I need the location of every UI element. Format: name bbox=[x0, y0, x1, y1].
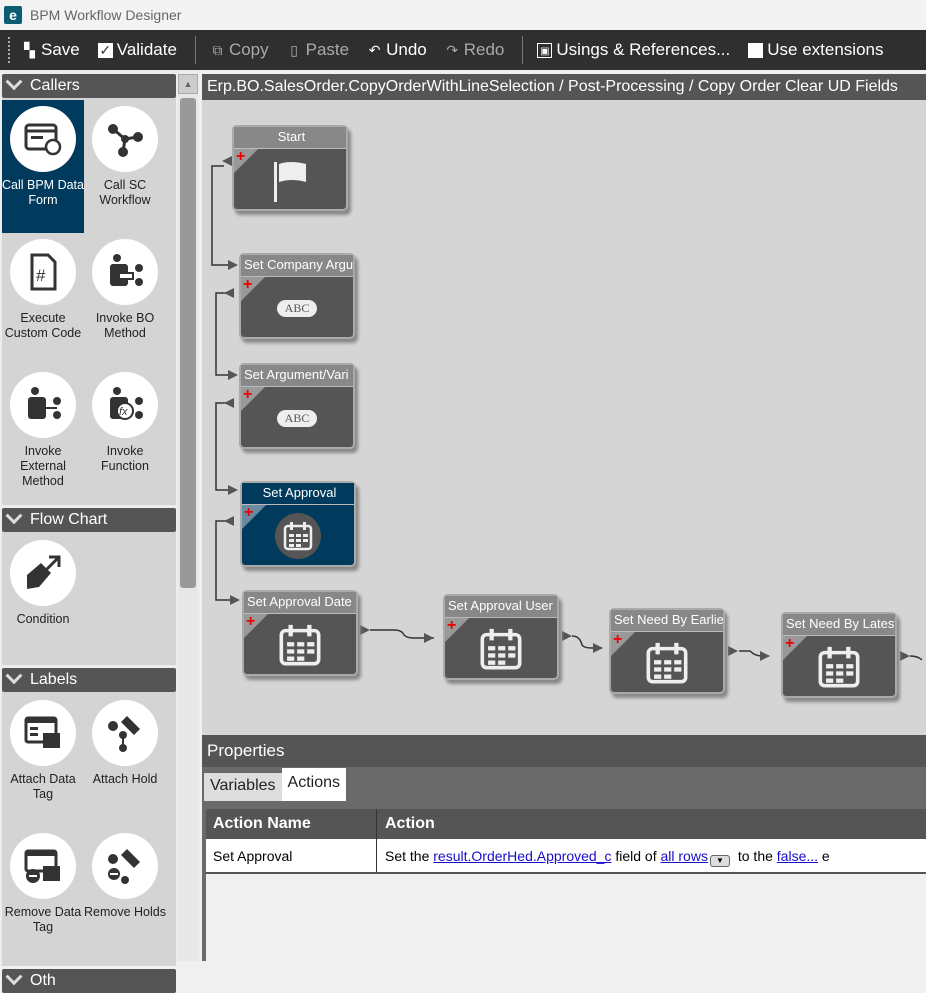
tool-invoke-bo-method[interactable]: Invoke BO Method bbox=[84, 233, 166, 366]
flag-icon bbox=[234, 151, 346, 209]
toolbar-separator bbox=[194, 36, 196, 64]
scrollbar-thumb[interactable] bbox=[180, 98, 196, 588]
extensions-icon bbox=[748, 42, 764, 58]
actions-grid: Action Name Action Set Approval Set the r… bbox=[206, 809, 926, 961]
properties-title: Properties bbox=[202, 735, 926, 767]
remove-data-tag-icon bbox=[10, 833, 76, 899]
scroll-up-arrow-icon[interactable]: ▲ bbox=[178, 74, 198, 94]
action-name-cell: Set Approval bbox=[206, 839, 377, 872]
hold-tag-icon bbox=[92, 700, 158, 766]
chevron-down-icon bbox=[5, 968, 23, 986]
tool-invoke-external-method[interactable]: Invoke External Method bbox=[2, 366, 84, 499]
redo-icon: ↷ bbox=[446, 41, 459, 58]
app-logo: e bbox=[4, 6, 22, 24]
validate-button[interactable]: ✓ Validate bbox=[97, 40, 177, 60]
tool-remove-holds[interactable]: Remove Holds bbox=[84, 827, 166, 960]
workflow-node-set-argument-variable[interactable]: Set Argument/Vari + ABC bbox=[239, 363, 355, 449]
paste-button[interactable]: ▯ Paste bbox=[287, 40, 349, 60]
section-flow-chart-header[interactable]: Flow Chart bbox=[2, 507, 176, 532]
copy-icon: ⧉ bbox=[212, 41, 223, 58]
properties-panel: Properties Variables Actions Action Name… bbox=[202, 735, 926, 961]
form-icon bbox=[10, 106, 76, 172]
workflow-node-set-need-by-earliest[interactable]: Set Need By Earlies + bbox=[609, 608, 725, 694]
section-flow-chart: Condition bbox=[2, 532, 176, 665]
toolbar-grip[interactable] bbox=[8, 37, 12, 63]
code-file-icon: # bbox=[10, 239, 76, 305]
section-callers-header[interactable]: Callers bbox=[2, 73, 176, 98]
tab-actions[interactable]: Actions bbox=[281, 768, 346, 801]
chevron-down-icon bbox=[5, 667, 23, 685]
checkbox-icon: ✓ bbox=[97, 41, 113, 58]
data-tag-icon bbox=[10, 700, 76, 766]
properties-tabs: Variables Actions bbox=[202, 767, 926, 801]
use-extensions-button[interactable]: Use extensions bbox=[748, 40, 883, 60]
title-bar: e BPM Workflow Designer bbox=[0, 0, 926, 30]
svg-text:#: # bbox=[36, 266, 46, 285]
grid-header: Action Name Action bbox=[206, 809, 926, 839]
svg-text:fx: fx bbox=[119, 406, 128, 418]
usings-references-button[interactable]: ▣ Usings & References... bbox=[537, 40, 730, 60]
workflow-node-set-approval-user[interactable]: Set Approval User + bbox=[443, 594, 559, 680]
undo-button[interactable]: ↶ Undo bbox=[367, 40, 427, 60]
section-labels-header[interactable]: Labels bbox=[2, 667, 176, 692]
abc-icon: ABC bbox=[276, 299, 318, 317]
undo-icon: ↶ bbox=[368, 41, 381, 58]
tool-condition[interactable]: Condition bbox=[2, 534, 84, 667]
action-cell: Set the result.OrderHed.Approved_c field… bbox=[385, 848, 830, 867]
calendar-icon bbox=[611, 634, 723, 692]
breadcrumb: Erp.BO.SalesOrder.CopyOrderWithLineSelec… bbox=[202, 74, 926, 100]
redo-button[interactable]: ↷ Redo bbox=[445, 40, 504, 60]
section-callers: Call BPM Data Form Call SC Workflow # Exe… bbox=[2, 98, 176, 505]
abc-icon: ABC bbox=[276, 409, 318, 427]
rows-link[interactable]: all rows bbox=[661, 848, 708, 864]
workflow-node-set-approval-date[interactable]: Set Approval Date + bbox=[242, 590, 358, 676]
section-other-header[interactable]: Oth bbox=[2, 968, 176, 993]
tool-call-sc-workflow[interactable]: Call SC Workflow bbox=[84, 100, 166, 233]
tool-attach-data-tag[interactable]: Attach Data Tag bbox=[2, 694, 84, 827]
tool-attach-hold[interactable]: Attach Hold bbox=[84, 694, 166, 827]
tool-invoke-function[interactable]: fx Invoke Function bbox=[84, 366, 166, 499]
workflow-node-set-company-argument[interactable]: Set Company Argu + ABC bbox=[239, 253, 355, 339]
toolbox-scrollbar[interactable]: ▲ bbox=[178, 74, 198, 961]
toolbar: ▚ Save ✓ Validate ⧉ Copy ▯ Paste ↶ Undo ↷ Redo… bbox=[0, 30, 926, 70]
method-icon bbox=[92, 239, 158, 305]
save-button[interactable]: ▚ Save bbox=[22, 40, 80, 60]
value-link[interactable]: false... bbox=[777, 848, 818, 864]
field-link[interactable]: result.OrderHed.Approved_c bbox=[433, 848, 611, 864]
calendar-icon bbox=[244, 616, 356, 674]
tool-call-bpm-data-form[interactable]: Call BPM Data Form bbox=[2, 100, 84, 233]
chevron-down-icon bbox=[5, 507, 23, 525]
table-row[interactable]: Set Approval Set the result.OrderHed.App… bbox=[206, 839, 926, 874]
workflow-node-set-need-by-latest[interactable]: Set Need By Latest + bbox=[781, 612, 897, 698]
workflow-node-start[interactable]: Start + bbox=[232, 125, 348, 211]
calendar-icon bbox=[783, 638, 895, 696]
copy-button[interactable]: ⧉ Copy bbox=[210, 40, 268, 60]
calendar-icon bbox=[445, 620, 557, 678]
condition-arrows-icon bbox=[10, 540, 76, 606]
calendar-icon bbox=[275, 513, 321, 559]
section-labels: Attach Data Tag Attach Hold Remove Data … bbox=[2, 692, 176, 966]
tool-remove-data-tag[interactable]: Remove Data Tag bbox=[2, 827, 84, 960]
save-icon: ▚ bbox=[24, 41, 35, 58]
paste-icon: ▯ bbox=[290, 41, 298, 58]
function-icon: fx bbox=[92, 372, 158, 438]
references-icon: ▣ bbox=[537, 42, 553, 58]
column-action-name[interactable]: Action Name bbox=[206, 809, 377, 839]
window-title: BPM Workflow Designer bbox=[30, 7, 182, 23]
chevron-down-icon bbox=[5, 73, 23, 91]
dropdown-arrow-icon[interactable]: ▼ bbox=[709, 855, 730, 867]
tab-variables[interactable]: Variables bbox=[204, 773, 282, 801]
external-method-icon bbox=[10, 372, 76, 438]
workflow-icon bbox=[92, 106, 158, 172]
column-action[interactable]: Action bbox=[377, 809, 926, 839]
toolbar-separator bbox=[522, 36, 524, 64]
remove-hold-icon bbox=[92, 833, 158, 899]
workflow-node-set-approval[interactable]: Set Approval + bbox=[240, 481, 356, 567]
toolbox-panel: Callers Call BPM Data Form Call SC Workf… bbox=[0, 70, 200, 993]
workflow-canvas[interactable]: Start + Set Company Argu + ABC Set Argument… bbox=[202, 100, 926, 735]
tool-execute-custom-code[interactable]: # Execute Custom Code bbox=[2, 233, 84, 366]
